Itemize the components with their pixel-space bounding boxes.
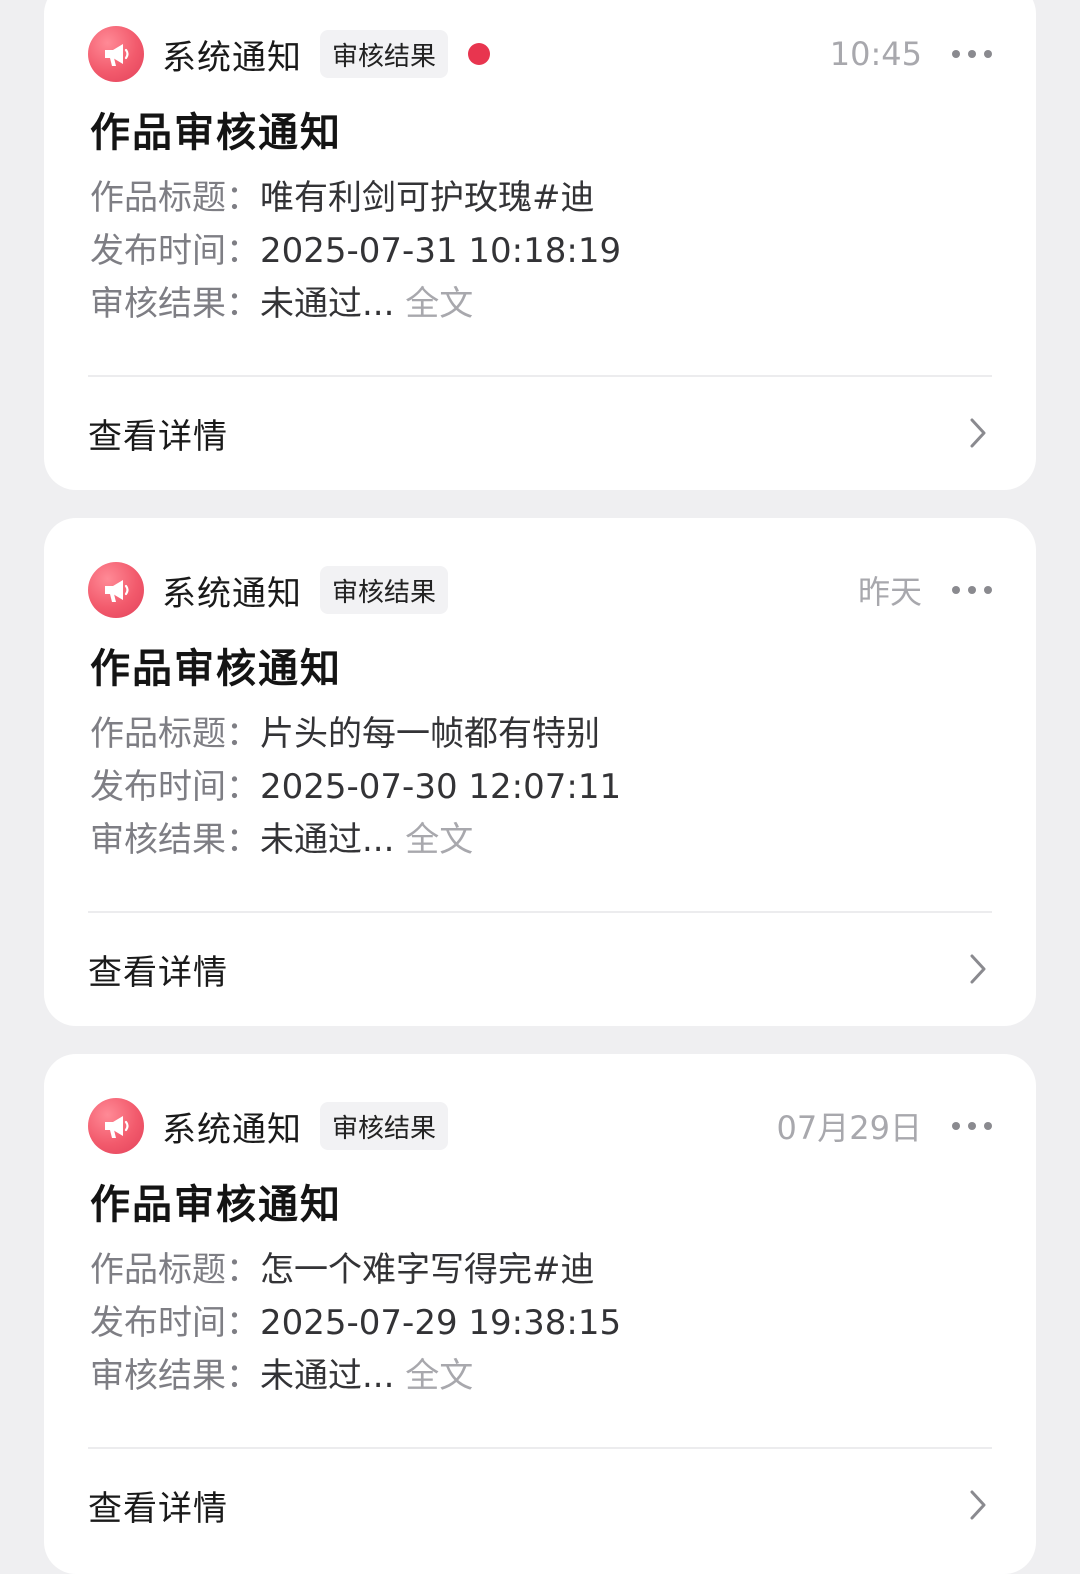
field-value: 怎一个难字写得完#迪 (260, 1250, 595, 1290)
field-label: 审核结果： (90, 820, 260, 860)
more-dots-icon[interactable] (952, 562, 992, 618)
view-details-label[interactable]: 查看详情 (88, 1481, 228, 1530)
field-label: 发布时间： (90, 767, 260, 807)
notification-title: 作品审核通知 (90, 1182, 342, 1228)
notification-body: 作品标题：唯有利剑可护玫瑰#迪 发布时间：2025-07-31 10:18:19… (90, 172, 621, 331)
notification-card[interactable]: 系统通知 审核结果 10:45 作品审核通知 作品标题：唯有利剑可护玫瑰#迪 发… (44, 0, 1036, 490)
chevron-right-icon (964, 413, 992, 453)
field-label: 审核结果： (90, 1356, 260, 1396)
view-details-row[interactable]: 查看详情 (88, 924, 992, 1014)
sender-name: 系统通知 (162, 573, 302, 614)
field-label: 作品标题： (90, 1250, 260, 1290)
field-label: 发布时间： (90, 231, 260, 271)
card-header: 系统通知 审核结果 昨天 (88, 562, 992, 618)
megaphone-icon (88, 562, 144, 618)
full-text-link[interactable]: 全文 (405, 284, 473, 324)
category-tag: 审核结果 (320, 1102, 449, 1150)
sender-name: 系统通知 (162, 1109, 302, 1150)
view-details-row[interactable]: 查看详情 (88, 388, 992, 478)
notification-card[interactable]: 系统通知 审核结果 昨天 作品审核通知 作品标题：片头的每一帧都有特别 发布时间… (44, 518, 1036, 1026)
field-review-result: 审核结果：未通过... 全文 (90, 814, 621, 867)
field-value: 唯有利剑可护玫瑰#迪 (260, 178, 595, 218)
unread-dot (468, 43, 491, 65)
megaphone-icon (88, 26, 144, 82)
field-label: 发布时间： (90, 1303, 260, 1343)
view-details-label[interactable]: 查看详情 (88, 409, 228, 458)
megaphone-icon (88, 1098, 144, 1154)
category-tag: 审核结果 (320, 566, 449, 614)
timestamp: 10:45 (829, 35, 922, 73)
timestamp: 07月29日 (776, 1109, 922, 1147)
field-publish-time: 发布时间：2025-07-29 19:38:15 (90, 1297, 621, 1350)
full-text-link[interactable]: 全文 (405, 1356, 473, 1396)
field-review-result: 审核结果：未通过... 全文 (90, 1350, 621, 1403)
field-review-result: 审核结果：未通过... 全文 (90, 278, 621, 331)
field-value: 片头的每一帧都有特别 (260, 714, 600, 754)
notification-card[interactable]: 系统通知 审核结果 07月29日 作品审核通知 作品标题：怎一个难字写得完#迪 … (44, 1054, 1036, 1574)
view-details-label[interactable]: 查看详情 (88, 945, 228, 994)
full-text-link[interactable]: 全文 (405, 820, 473, 860)
field-value: 2025-07-31 10:18:19 (260, 231, 622, 271)
field-value: 未通过... (260, 1356, 406, 1396)
view-details-row[interactable]: 查看详情 (88, 1460, 992, 1550)
field-work-title: 作品标题：片头的每一帧都有特别 (90, 708, 621, 761)
chevron-right-icon (964, 1485, 992, 1525)
field-value: 未通过... (260, 284, 406, 324)
divider (88, 911, 992, 913)
field-value: 未通过... (260, 820, 406, 860)
divider (88, 375, 992, 377)
field-publish-time: 发布时间：2025-07-31 10:18:19 (90, 225, 621, 278)
field-value: 2025-07-30 12:07:11 (260, 767, 622, 807)
card-header: 系统通知 审核结果 10:45 (88, 26, 992, 82)
notification-title: 作品审核通知 (90, 646, 342, 692)
more-dots-icon[interactable] (952, 1098, 992, 1154)
sender-name: 系统通知 (162, 37, 302, 78)
card-header: 系统通知 审核结果 07月29日 (88, 1098, 992, 1154)
field-value: 2025-07-29 19:38:15 (260, 1303, 622, 1343)
more-dots-icon[interactable] (952, 26, 992, 82)
timestamp: 昨天 (857, 573, 922, 611)
notification-title: 作品审核通知 (90, 110, 342, 156)
chevron-right-icon (964, 949, 992, 989)
field-work-title: 作品标题：怎一个难字写得完#迪 (90, 1244, 621, 1297)
notification-body: 作品标题：怎一个难字写得完#迪 发布时间：2025-07-29 19:38:15… (90, 1244, 621, 1403)
category-tag: 审核结果 (320, 30, 449, 78)
field-label: 作品标题： (90, 714, 260, 754)
divider (88, 1447, 992, 1449)
field-label: 作品标题： (90, 178, 260, 218)
field-work-title: 作品标题：唯有利剑可护玫瑰#迪 (90, 172, 621, 225)
field-label: 审核结果： (90, 284, 260, 324)
field-publish-time: 发布时间：2025-07-30 12:07:11 (90, 761, 621, 814)
notification-body: 作品标题：片头的每一帧都有特别 发布时间：2025-07-30 12:07:11… (90, 708, 621, 867)
